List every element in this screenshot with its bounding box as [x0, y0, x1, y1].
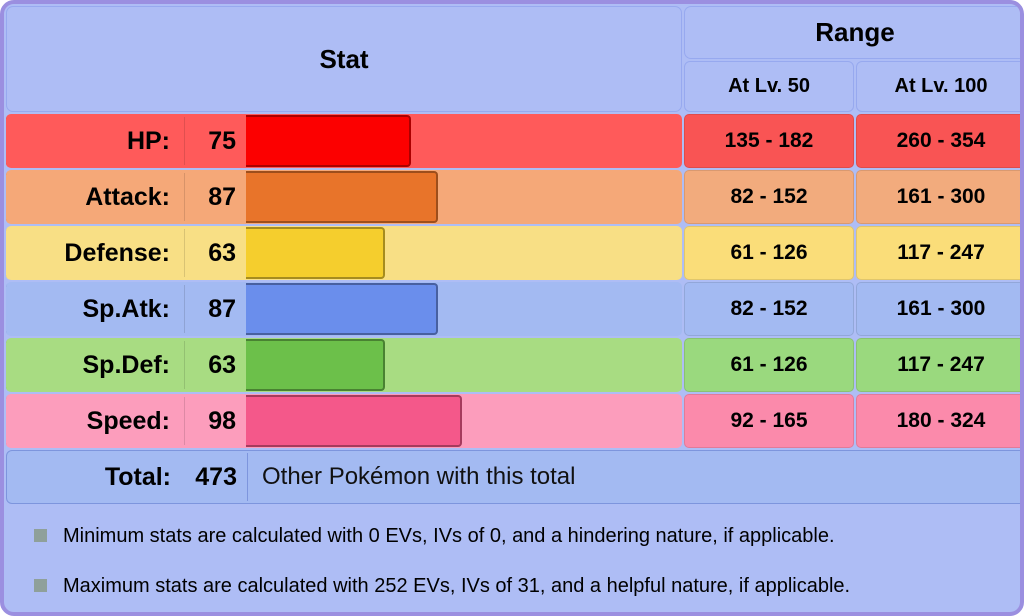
- total-row: Total: 473 Other Pokémon with this total: [6, 450, 1020, 504]
- header-at-lv-100: At Lv. 100: [856, 61, 1020, 112]
- table-row: Sp.Atk: 87 82 - 152 161 - 300: [6, 282, 1020, 336]
- other-pokemon-with-total-link[interactable]: Other Pokémon with this total: [262, 463, 575, 491]
- table-row: Defense: 63 61 - 126 117 - 247: [6, 226, 1020, 280]
- stat-value: 63: [208, 350, 236, 379]
- stat-name-label: Speed:: [86, 406, 170, 435]
- header-stat: Stat: [6, 6, 682, 112]
- footnote-row: Minimum stats are calculated with 0 EVs,…: [8, 518, 1020, 568]
- stat-bar: Sp.Atk: 87: [6, 283, 682, 335]
- range-lv50-cell: 61 - 126: [684, 338, 854, 392]
- total-cell: Total: 473 Other Pokémon with this total: [6, 450, 1020, 504]
- table-row: HP: 75 135 - 182 260 - 354: [6, 114, 1020, 168]
- stat-bar: Attack: 87: [6, 171, 682, 223]
- total-label: Total:: [104, 462, 171, 491]
- stat-value: 75: [208, 126, 236, 155]
- range-lv100-cell: 161 - 300: [856, 282, 1020, 336]
- table-header-row-1: Stat Range: [6, 6, 1020, 112]
- range-lv50-cell: 82 - 152: [684, 282, 854, 336]
- range-lv50-cell: 61 - 126: [684, 226, 854, 280]
- range-lv50-cell: 92 - 165: [684, 394, 854, 448]
- stat-name-label: HP:: [126, 126, 170, 155]
- stat-name-label: Sp.Def:: [82, 350, 171, 379]
- stat-name-label: Attack:: [85, 182, 170, 211]
- stat-value: 98: [208, 406, 236, 435]
- range-lv50-cell: 82 - 152: [684, 170, 854, 224]
- bullet-square-icon: [34, 579, 47, 592]
- stat-bar-cell: Speed: 98: [6, 394, 682, 448]
- range-lv100-cell: 260 - 354: [856, 114, 1020, 168]
- stat-bar-cell: Sp.Def: 63: [6, 338, 682, 392]
- table-row: Attack: 87 82 - 152 161 - 300: [6, 170, 1020, 224]
- pokemon-stats-card: Stat Range At Lv. 50 At Lv. 100 HP: 75 135…: [0, 0, 1024, 616]
- stat-name-label: Sp.Atk:: [82, 294, 171, 323]
- stat-bar: Sp.Def: 63: [6, 339, 682, 391]
- range-lv100-cell: 117 - 247: [856, 338, 1020, 392]
- stat-value: 63: [208, 238, 236, 267]
- column-divider: [184, 397, 185, 445]
- footnote-text: Minimum stats are calculated with 0 EVs,…: [63, 525, 835, 547]
- stat-bar-cell: Sp.Atk: 87: [6, 282, 682, 336]
- range-lv100-cell: 117 - 247: [856, 226, 1020, 280]
- stat-value: 87: [208, 294, 236, 323]
- stats-table-container: Stat Range At Lv. 50 At Lv. 100 HP: 75 135…: [4, 4, 1020, 506]
- header-range: Range: [684, 6, 1020, 60]
- footnote-text: Maximum stats are calculated with 252 EV…: [63, 575, 851, 597]
- range-lv100-cell: 161 - 300: [856, 170, 1020, 224]
- stat-bar: HP: 75: [6, 115, 682, 167]
- total-value: 473: [195, 462, 237, 491]
- column-divider: [184, 173, 185, 221]
- footnote-row: Maximum stats are calculated with 252 EV…: [8, 568, 1020, 612]
- column-divider: [184, 117, 185, 165]
- bullet-square-icon: [34, 529, 47, 542]
- stat-bar: Defense: 63: [6, 227, 682, 279]
- total-divider: [247, 453, 248, 501]
- table-row: Speed: 98 92 - 165 180 - 324: [6, 394, 1020, 448]
- stat-name-label: Defense:: [64, 238, 170, 267]
- stats-table-body: Stat Range At Lv. 50 At Lv. 100 HP: 75 135…: [6, 6, 1020, 504]
- stat-bar-cell: Attack: 87: [6, 170, 682, 224]
- range-lv50-cell: 135 - 182: [684, 114, 854, 168]
- header-at-lv-50: At Lv. 50: [684, 61, 854, 112]
- column-divider: [184, 285, 185, 333]
- stats-table: Stat Range At Lv. 50 At Lv. 100 HP: 75 135…: [4, 4, 1020, 506]
- table-row: Sp.Def: 63 61 - 126 117 - 247: [6, 338, 1020, 392]
- stat-value: 87: [208, 182, 236, 211]
- footnotes: Minimum stats are calculated with 0 EVs,…: [8, 510, 1020, 612]
- stat-bar-cell: Defense: 63: [6, 226, 682, 280]
- column-divider: [184, 341, 185, 389]
- stat-bar: Speed: 98: [6, 395, 682, 447]
- stat-bar-cell: HP: 75: [6, 114, 682, 168]
- column-divider: [184, 229, 185, 277]
- range-lv100-cell: 180 - 324: [856, 394, 1020, 448]
